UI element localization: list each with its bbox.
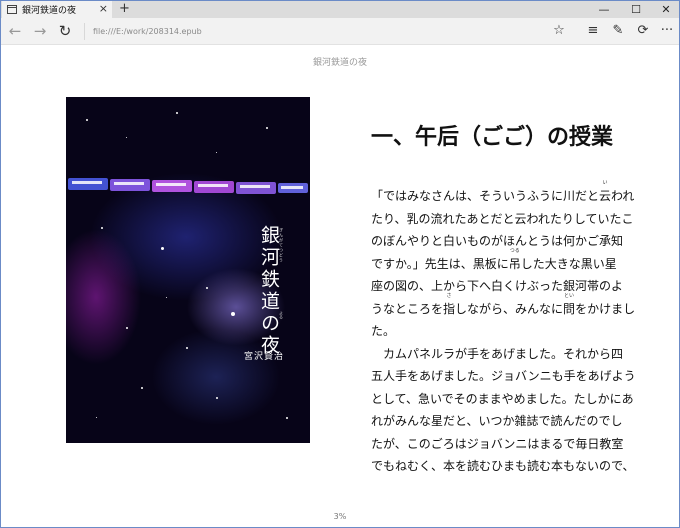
reading-progress: 3% bbox=[333, 512, 347, 521]
book-title-header: 銀河鉄道の夜 bbox=[312, 58, 367, 68]
ruby-base-text: 指 bbox=[443, 301, 456, 316]
cover-star bbox=[126, 327, 128, 329]
text-segment: しながら、みんなに bbox=[455, 301, 564, 316]
refresh-icon[interactable]: ↻ bbox=[56, 22, 74, 40]
text-line: として、急いでそのままやめました。たしかにあ bbox=[371, 391, 634, 406]
ruby-text: とい bbox=[564, 292, 575, 299]
cover-star bbox=[231, 312, 235, 316]
cover-train-illustration bbox=[68, 178, 308, 194]
text-line: たが、このごろはジョバンニはまるで毎日教室 bbox=[371, 436, 624, 451]
cover-star bbox=[161, 247, 164, 250]
favorite-star-icon[interactable]: ☆ bbox=[550, 22, 568, 40]
minimize-button[interactable]: — bbox=[589, 1, 619, 18]
ruby-base-text: 吊 bbox=[508, 256, 521, 271]
ruby-base: い云 bbox=[599, 181, 612, 204]
cover-star bbox=[186, 347, 188, 349]
text-line: 座の図の、上から下へ白くけぶった銀河帯のよ bbox=[371, 279, 624, 293]
hub-icon[interactable]: ≡ bbox=[584, 22, 602, 40]
cover-star bbox=[141, 387, 143, 389]
cover-star bbox=[96, 417, 97, 418]
more-icon[interactable]: ··· bbox=[658, 22, 676, 40]
new-tab-button[interactable]: + bbox=[119, 1, 130, 17]
text-line: たり、乳の流れたあとだと云われたりしていたこ bbox=[371, 211, 634, 226]
share-icon[interactable]: ⟳ bbox=[634, 22, 652, 40]
ruby-text: つる bbox=[509, 247, 520, 254]
text-segment: 「ではみなさんは、そういうふうに川だと bbox=[371, 189, 600, 203]
text-line: のぼんやりと白いものがほんとうは何かご承知 bbox=[371, 234, 624, 248]
tab-close-button[interactable]: × bbox=[99, 2, 108, 16]
cover-title: 銀河鉄道の夜 bbox=[258, 225, 280, 357]
tab-bar: 銀河鉄道の夜 × + — ☐ ✕ bbox=[1, 1, 679, 18]
ruby-text: さ bbox=[446, 292, 452, 299]
text-line: た。 bbox=[371, 324, 396, 338]
page-icon bbox=[7, 5, 17, 14]
close-window-button[interactable]: ✕ bbox=[651, 1, 679, 18]
maximize-button[interactable]: ☐ bbox=[621, 1, 651, 18]
tab-active[interactable]: 銀河鉄道の夜 × bbox=[2, 1, 112, 18]
tab-title: 銀河鉄道の夜 bbox=[22, 6, 77, 16]
text-line: でもねむく、本を読むひまも読む本もないので、 bbox=[371, 459, 635, 473]
text-line: 五人手をあげました。ジョバンニも手をあげよう bbox=[371, 369, 636, 383]
chapter-title: 一、午后（ごご）の授業 bbox=[371, 125, 614, 150]
cover-star bbox=[216, 152, 217, 153]
cover-star bbox=[101, 227, 103, 229]
address-bar[interactable]: file:///E:/work/208314.epub bbox=[84, 23, 544, 40]
web-note-icon[interactable]: ✎ bbox=[609, 22, 627, 40]
ruby-base-text: 問 bbox=[563, 301, 576, 316]
body-text: 「ではみなさんは、そういうふうに川だとい云われ たり、乳の流れたあとだと云われた… bbox=[371, 181, 636, 478]
text-line: カムパネルラが手をあげました。それから四 bbox=[371, 346, 624, 361]
cover-star bbox=[286, 417, 288, 419]
cover-star bbox=[166, 297, 167, 298]
text-segment: した大きな黒い星 bbox=[520, 256, 617, 271]
back-icon[interactable]: ← bbox=[6, 22, 24, 40]
navigation-bar: ← → ↻ file:///E:/work/208314.epub ☆ ≡ ✎ … bbox=[1, 18, 679, 45]
text-line: うなところをさ指しながら、みんなに とい問をかけまし bbox=[371, 293, 635, 321]
text-segment: ですか。」先生は、黒板に bbox=[371, 256, 509, 271]
cover-author: 宮沢賢治 bbox=[244, 352, 285, 362]
ruby-base-text: 云 bbox=[599, 189, 612, 203]
cover-star bbox=[176, 112, 178, 114]
text-line: れがみんな星だと、いつか雑誌で読んだのでし bbox=[371, 414, 623, 428]
browser-window: 銀河鉄道の夜 × + — ☐ ✕ ← → ↻ file:///E:/work/2… bbox=[0, 0, 680, 528]
text-segment: われ bbox=[611, 189, 635, 203]
text-line: ですか。」先生は、黒板に つる吊した大きな黒い星 bbox=[371, 248, 621, 276]
text-segment: うなところを bbox=[371, 301, 444, 316]
ruby-base: とい問 bbox=[563, 293, 576, 316]
ruby-base: つる吊 bbox=[508, 248, 521, 271]
cover-star bbox=[126, 137, 127, 138]
text-segment: をかけまし bbox=[575, 301, 636, 316]
cover-star bbox=[266, 127, 268, 129]
cover-star bbox=[86, 119, 88, 121]
cover-image: ぎんがてつどう よる 銀河鉄道の夜 宮沢賢治 bbox=[66, 97, 310, 443]
ruby-text: い bbox=[602, 180, 608, 186]
forward-icon[interactable]: → bbox=[31, 22, 49, 40]
text-line: 「ではみなさんは、そういうふうに川だとい云われ bbox=[371, 181, 634, 208]
cover-star bbox=[216, 397, 218, 399]
cover-star bbox=[206, 287, 208, 289]
ruby-base: さ指 bbox=[443, 293, 456, 316]
